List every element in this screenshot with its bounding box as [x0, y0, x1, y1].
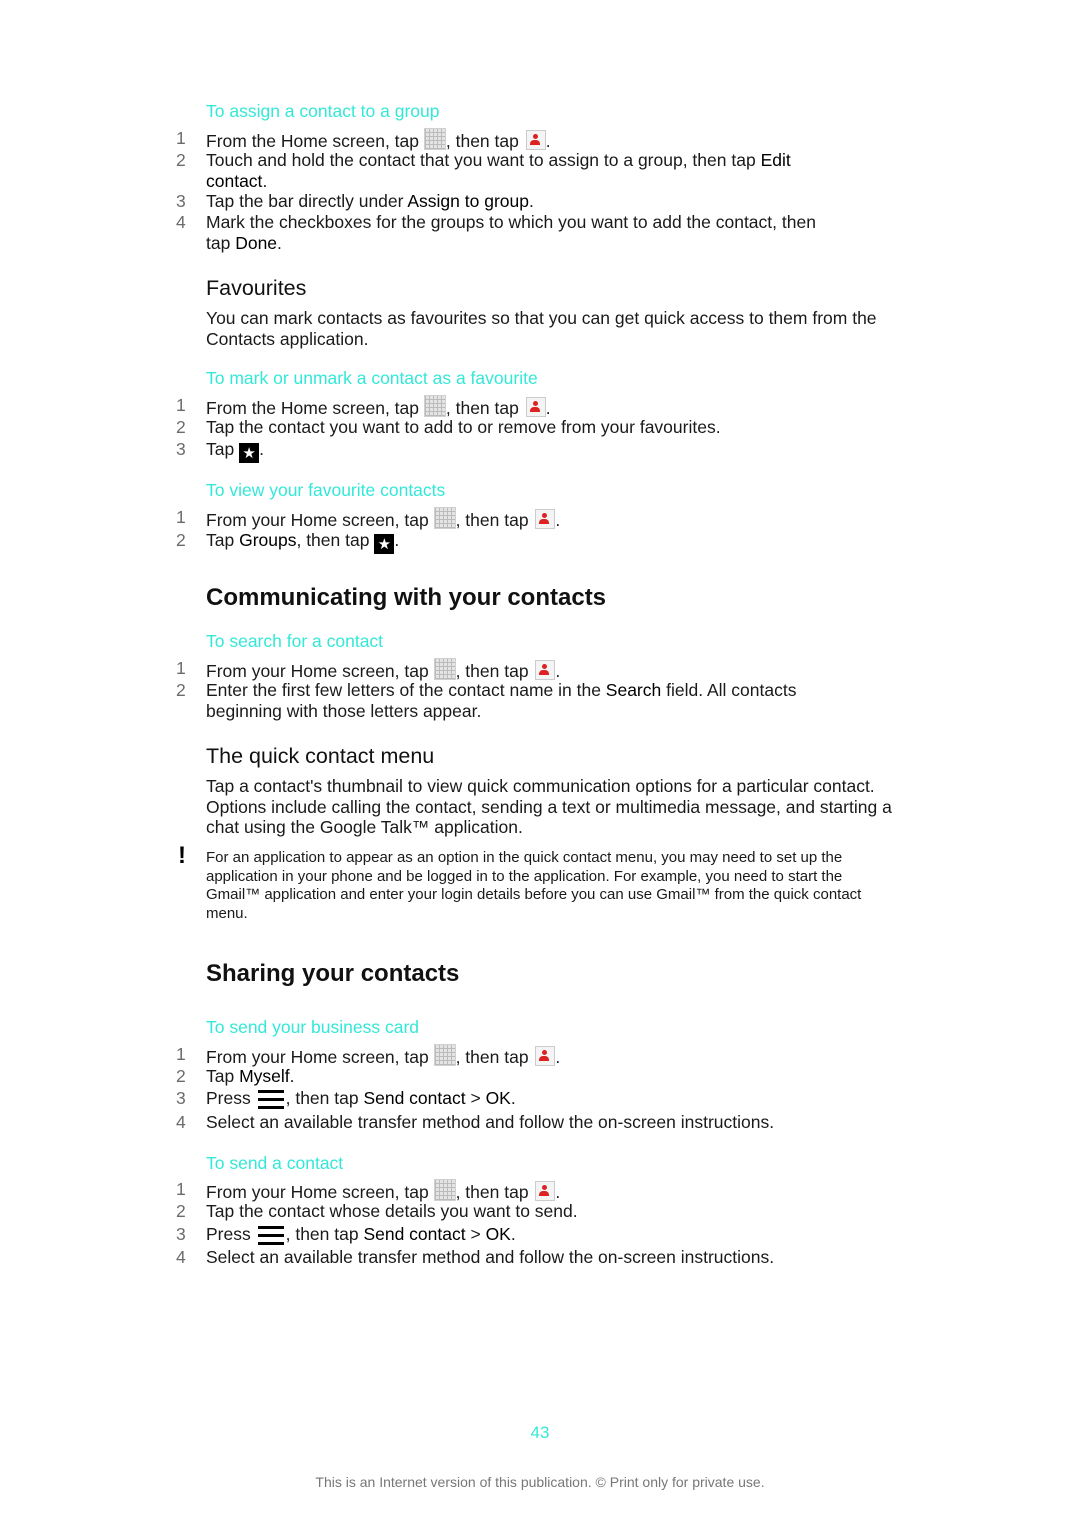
step-number: 3: [176, 1088, 186, 1108]
step-number: 1: [176, 128, 186, 148]
step-number: 1: [176, 658, 186, 678]
subheading-assign-group: To assign a contact to a group: [206, 101, 440, 121]
warning-icon: !: [178, 842, 186, 869]
app-grid-icon: [433, 1179, 456, 1201]
step-number: 4: [176, 1247, 186, 1267]
favourite-star-icon: ★: [374, 534, 395, 554]
contacts-icon: [535, 1181, 556, 1201]
step-number: 4: [176, 212, 186, 232]
step-number: 1: [176, 1044, 186, 1064]
step-number: 2: [176, 680, 186, 700]
step-number: 2: [176, 530, 186, 550]
quick-menu-body: Tap a contact's thumbnail to view quick …: [206, 776, 892, 837]
app-grid-icon: [433, 507, 456, 529]
step-number: 2: [176, 150, 186, 170]
subheading-mark-favourite: To mark or unmark a contact as a favouri…: [206, 368, 538, 388]
heading-communicating: Communicating with your contacts: [206, 584, 607, 611]
menu-icon: [256, 1090, 286, 1112]
list-item: 2 Touch and hold the contact that you wa…: [176, 150, 791, 191]
contacts-icon: [525, 397, 546, 417]
step-number: 3: [176, 1224, 186, 1244]
step-number: 3: [176, 191, 186, 211]
contacts-icon: [535, 660, 556, 680]
step-number: 1: [176, 507, 186, 527]
app-grid-icon: [423, 128, 446, 150]
step-number: 2: [176, 1066, 186, 1086]
step-number: 1: [176, 395, 186, 415]
menu-icon: [256, 1226, 286, 1248]
heading-sharing: Sharing your contacts: [206, 960, 460, 987]
contacts-icon: [535, 509, 556, 529]
app-grid-icon: [433, 1044, 456, 1066]
app-grid-icon: [433, 658, 456, 680]
app-grid-icon: [423, 395, 446, 417]
step-number: 1: [176, 1179, 186, 1199]
favourites-body: You can mark contacts as favourites so t…: [206, 308, 877, 349]
step-number: 4: [176, 1112, 186, 1132]
footer-notice: This is an Internet version of this publ…: [315, 1474, 765, 1490]
subheading-search: To search for a contact: [206, 631, 384, 651]
contacts-icon: [525, 130, 546, 150]
step-number: 3: [176, 439, 186, 459]
page-number: 43: [530, 1423, 550, 1442]
favourite-star-icon: ★: [239, 443, 260, 463]
subheading-view-favourites: To view your favourite contacts: [206, 480, 446, 500]
subheading-send-contact: To send a contact: [206, 1153, 344, 1173]
step-number: 2: [176, 1201, 186, 1221]
heading-quick-contact-menu: The quick contact menu: [206, 744, 435, 768]
step-number: 2: [176, 417, 186, 437]
warning-note: For an application to appear as an optio…: [206, 849, 862, 922]
heading-favourites: Favourites: [206, 276, 307, 300]
subheading-business-card: To send your business card: [206, 1017, 420, 1037]
contacts-icon: [535, 1046, 556, 1066]
